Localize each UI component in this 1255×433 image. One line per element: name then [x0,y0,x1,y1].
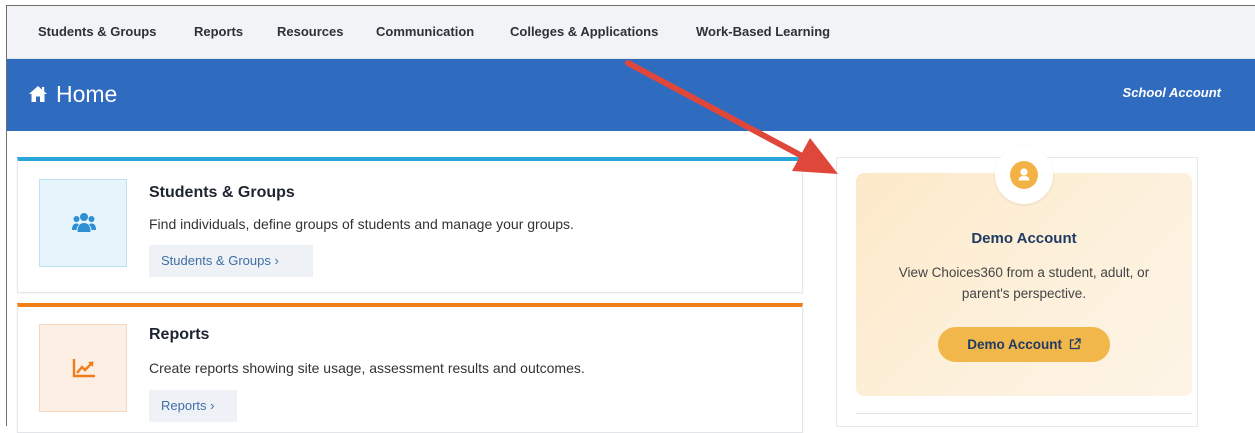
annotation-arrow-icon [625,60,838,174]
